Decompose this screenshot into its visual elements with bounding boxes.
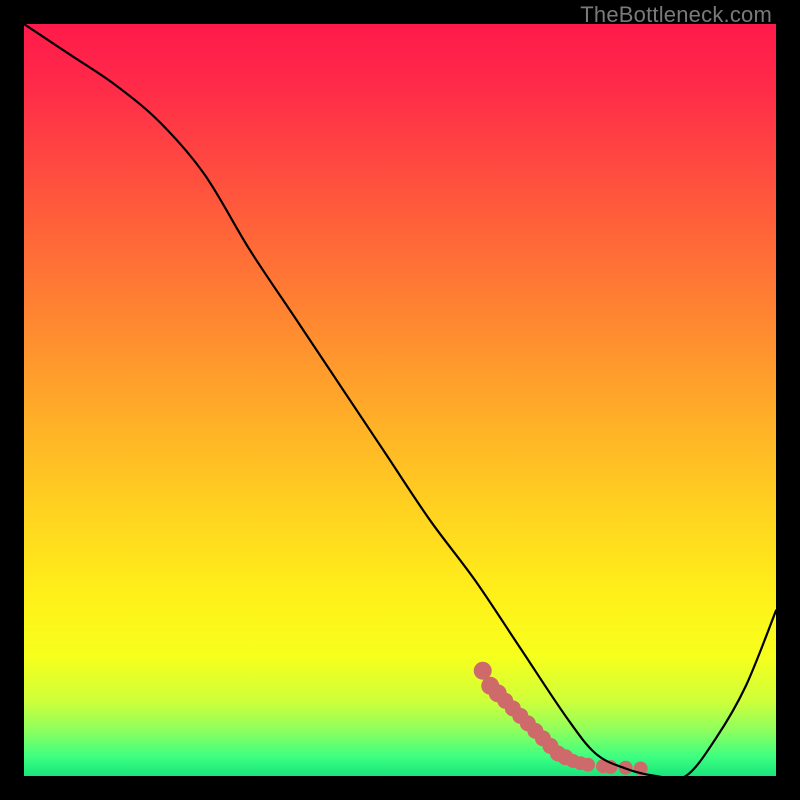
plot-area <box>24 24 776 776</box>
watermark-text: TheBottleneck.com <box>580 2 772 28</box>
chart-svg <box>24 24 776 776</box>
marker-dot <box>581 758 595 772</box>
chart-frame <box>24 24 776 776</box>
gradient-background <box>24 24 776 776</box>
